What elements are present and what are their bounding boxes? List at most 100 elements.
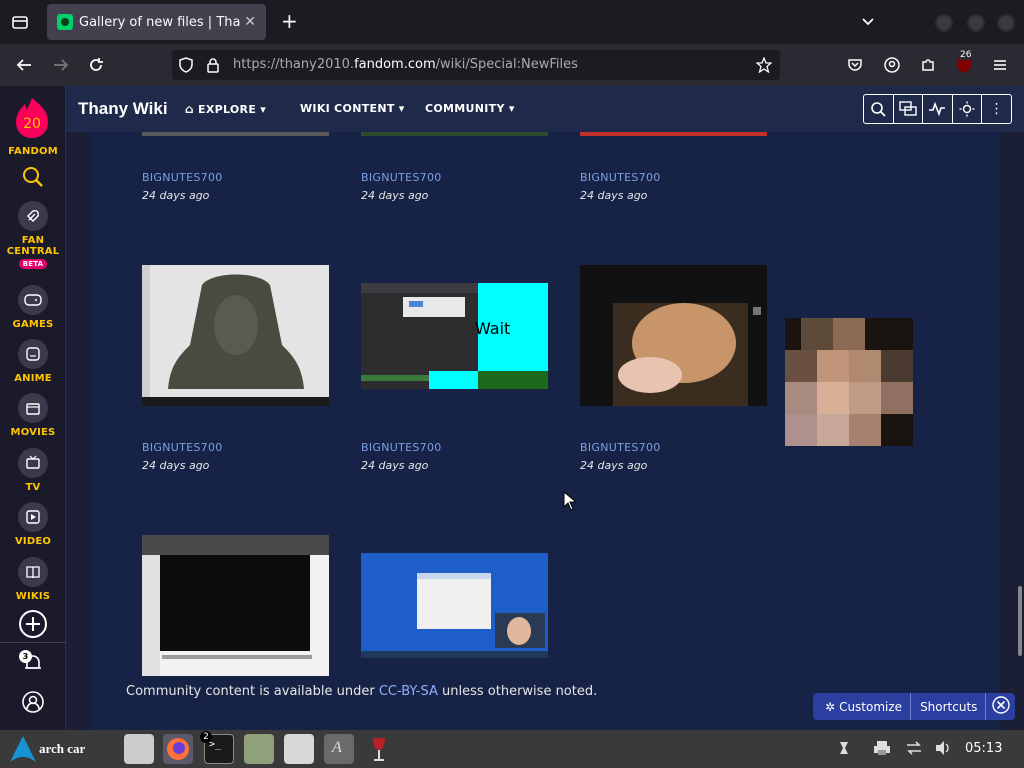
close-window-button[interactable] bbox=[997, 14, 1015, 32]
gallery-thumbnail-sculpture[interactable] bbox=[142, 265, 329, 406]
updates-tray-icon[interactable] bbox=[836, 740, 852, 760]
tab-title: Gallery of new files | Thany W bbox=[79, 14, 241, 30]
gallery-upload-date: 24 days ago bbox=[361, 459, 429, 472]
clapper-icon bbox=[18, 393, 48, 423]
fandom-favicon-icon bbox=[57, 14, 73, 30]
gallery-thumbnail-pixelated[interactable] bbox=[785, 318, 913, 446]
fandom-toolbar: ✲ Customize Shortcuts bbox=[813, 693, 1015, 720]
gallery-uploader-link[interactable]: BIGNUTES700 bbox=[361, 441, 442, 454]
search-icon bbox=[22, 167, 44, 191]
rail-create-button[interactable] bbox=[0, 609, 66, 642]
network-tray-icon[interactable] bbox=[905, 740, 923, 760]
file-cabinet-icon[interactable] bbox=[124, 734, 154, 764]
rail-search-button[interactable] bbox=[0, 166, 66, 191]
theme-sun-icon[interactable] bbox=[953, 95, 983, 123]
rail-label-fan: FAN bbox=[21, 235, 45, 246]
rail-item-fan-central[interactable]: FAN CENTRAL BETA bbox=[0, 201, 66, 269]
compass-icon: ⌂ bbox=[185, 102, 194, 116]
gallery-uploader-link[interactable]: BIGNUTES700 bbox=[580, 441, 661, 454]
new-tab-button[interactable]: + bbox=[281, 11, 298, 31]
toolbar-divider bbox=[985, 693, 987, 720]
fandom-logo-icon[interactable]: 20 bbox=[13, 96, 51, 140]
printer-tray-icon[interactable] bbox=[873, 740, 891, 760]
gallery-thumbnail-partial[interactable] bbox=[361, 132, 548, 136]
rail-label-games: GAMES bbox=[12, 319, 54, 330]
start-menu-label[interactable]: arch car bbox=[39, 741, 85, 757]
browser-tab[interactable]: Gallery of new files | Thany W ✕ bbox=[47, 4, 266, 40]
url-path: /wiki/Special:NewFiles bbox=[435, 57, 578, 72]
gallery-thumbnail-terminal[interactable] bbox=[142, 535, 329, 676]
gallery-uploader-link[interactable]: BIGNUTES700 bbox=[142, 441, 223, 454]
wine-glass-icon[interactable] bbox=[364, 734, 394, 764]
menu-wiki-content[interactable]: WIKI CONTENT ▾ bbox=[300, 102, 405, 115]
volume-tray-icon[interactable] bbox=[934, 740, 952, 760]
rail-item-tv[interactable]: TV bbox=[0, 448, 66, 493]
account-icon[interactable] bbox=[884, 57, 900, 76]
gallery-uploader-link[interactable]: BIGNUTES700 bbox=[580, 171, 661, 184]
bookmark-star-icon[interactable] bbox=[755, 56, 773, 76]
hamburger-menu-icon[interactable] bbox=[992, 57, 1008, 76]
maximize-window-button[interactable] bbox=[967, 14, 985, 32]
tab-overview-icon[interactable] bbox=[11, 13, 29, 35]
gallery-thumbnail-partial[interactable] bbox=[580, 132, 767, 136]
gallery-uploader-link[interactable]: BIGNUTES700 bbox=[361, 171, 442, 184]
fandom-brand-label[interactable]: FANDOM bbox=[0, 146, 66, 157]
image-viewer-icon[interactable] bbox=[244, 734, 274, 764]
user-avatar-icon bbox=[21, 691, 45, 717]
taskbar-clock[interactable]: 05:13 bbox=[965, 741, 1002, 756]
extensions-puzzle-icon[interactable] bbox=[920, 57, 936, 76]
url-bar[interactable]: https://thany2010.fandom.com/wiki/Specia… bbox=[172, 50, 780, 80]
gallery-thumbnail-desktop[interactable] bbox=[361, 553, 548, 658]
menu-explore[interactable]: ⌂ EXPLORE ▾ bbox=[185, 102, 266, 116]
minimize-window-button[interactable] bbox=[935, 14, 953, 32]
customize-button[interactable]: Customize bbox=[839, 700, 902, 714]
gallery-upload-date: 24 days ago bbox=[580, 189, 648, 202]
gallery-thumbnail-wait-screenshot[interactable]: Wait bbox=[361, 283, 548, 389]
rail-item-anime[interactable]: ANIME bbox=[0, 339, 66, 384]
forward-arrow-icon[interactable] bbox=[52, 57, 70, 76]
more-vertical-icon[interactable]: ⋮ bbox=[982, 95, 1011, 123]
rail-label-video: VIDEO bbox=[14, 536, 52, 547]
license-link[interactable]: CC-BY-SA bbox=[379, 684, 438, 699]
rail-item-video[interactable]: VIDEO bbox=[0, 502, 66, 547]
wiki-search-icon[interactable] bbox=[864, 95, 894, 123]
terminal-window-count-badge: 2 bbox=[200, 731, 212, 743]
shield-icon[interactable] bbox=[178, 57, 194, 76]
gamepad-icon bbox=[18, 285, 48, 315]
chevron-down-icon: ▾ bbox=[398, 102, 405, 115]
gallery-thumbnail-capybara[interactable] bbox=[580, 265, 767, 406]
rail-label-movies: MOVIES bbox=[10, 427, 56, 438]
book-icon bbox=[18, 557, 48, 587]
rail-item-movies[interactable]: MOVIES bbox=[0, 393, 66, 438]
wiki-title[interactable]: Thany Wiki bbox=[78, 99, 168, 119]
rail-notifications-button[interactable]: 3 bbox=[0, 650, 66, 678]
font-viewer-icon[interactable]: A bbox=[324, 734, 354, 764]
rail-user-button[interactable] bbox=[0, 690, 66, 717]
lock-icon[interactable] bbox=[206, 57, 220, 76]
os-taskbar: arch car >_ 2 A 05:13 bbox=[0, 730, 1024, 768]
menu-wiki-content-label: WIKI CONTENT bbox=[300, 102, 395, 115]
recent-activity-icon[interactable] bbox=[923, 95, 953, 123]
license-suffix: unless otherwise noted. bbox=[437, 684, 598, 699]
discussions-icon[interactable] bbox=[894, 95, 924, 123]
close-toolbar-icon[interactable] bbox=[992, 696, 1011, 717]
shortcuts-button[interactable]: Shortcuts bbox=[920, 700, 977, 714]
tab-close-icon[interactable]: ✕ bbox=[244, 14, 256, 30]
firefox-icon[interactable] bbox=[163, 734, 193, 764]
menu-community[interactable]: COMMUNITY ▾ bbox=[425, 102, 515, 115]
page-scrollbar[interactable] bbox=[1018, 586, 1022, 656]
license-prefix: Community content is available under bbox=[126, 684, 379, 699]
rail-item-wikis[interactable]: WIKIS bbox=[0, 557, 66, 602]
pocket-icon[interactable] bbox=[847, 57, 863, 76]
gallery-thumbnail-partial[interactable] bbox=[142, 132, 329, 136]
gallery-uploader-link[interactable]: BIGNUTES700 bbox=[142, 171, 223, 184]
archive-icon[interactable] bbox=[284, 734, 314, 764]
arch-logo-icon[interactable] bbox=[8, 734, 38, 768]
back-arrow-icon[interactable] bbox=[15, 57, 33, 76]
reload-icon[interactable] bbox=[87, 56, 105, 77]
list-tabs-chevron-icon[interactable] bbox=[860, 13, 876, 33]
rail-divider bbox=[0, 642, 66, 643]
wiki-tools-group: ⋮ bbox=[863, 94, 1012, 124]
fandom-logo-number: 20 bbox=[23, 116, 41, 132]
rail-item-games[interactable]: GAMES bbox=[0, 285, 66, 330]
